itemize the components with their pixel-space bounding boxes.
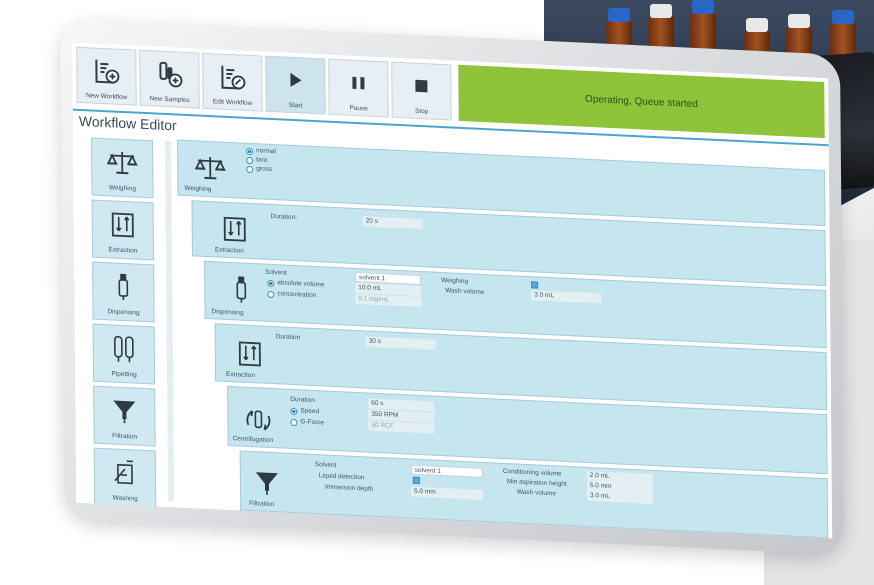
filtration-wash-volume-field[interactable]: 3.0 mL: [586, 490, 653, 504]
step-palette: Weighing Extraction Dispensing Pipetting: [72, 132, 177, 509]
workflow-steps: Weighing normal tara gross Extraction Du…: [177, 139, 829, 539]
immersion-depth-field[interactable]: 5.0 mm: [410, 486, 484, 500]
page-title: Workflow Editor: [78, 112, 177, 134]
weighing-normal-radio[interactable]: [246, 147, 254, 156]
pause-button[interactable]: Pause: [328, 58, 389, 118]
new-samples-button[interactable]: New Samples: [139, 49, 200, 109]
weighing-tara-radio[interactable]: [246, 156, 254, 165]
sidebar-item-pipetting[interactable]: Pipetting: [92, 323, 156, 385]
extraction-icon: [223, 216, 246, 242]
tablet: New Workflow New Samples Edit Workflow S…: [60, 18, 845, 556]
status-text: Operating, Queue started: [584, 93, 698, 110]
concentration-field[interactable]: 0.1 mg/mL: [355, 293, 422, 308]
start-button[interactable]: Start: [265, 55, 326, 115]
extraction-2-duration-field[interactable]: 30 s: [365, 336, 436, 350]
funnel-icon: [255, 472, 278, 495]
scene: New Workflow New Samples Edit Workflow S…: [0, 0, 874, 585]
stop-label: Stop: [414, 107, 429, 116]
new-workflow-button[interactable]: New Workflow: [76, 46, 137, 106]
status-banner: Operating, Queue started: [458, 64, 825, 139]
new-workflow-label: New Workflow: [85, 92, 128, 102]
new-samples-label: New Samples: [149, 95, 190, 105]
sidebar-item-washing[interactable]: Washing: [93, 447, 157, 509]
pause-icon: [352, 76, 365, 90]
new-workflow-icon: [95, 59, 120, 84]
edit-workflow-icon: [221, 65, 246, 90]
g-force-radio[interactable]: [290, 418, 298, 427]
weighing-gross-radio[interactable]: [246, 165, 254, 174]
scale-icon: [194, 157, 226, 180]
absolute-volume-radio[interactable]: [267, 279, 275, 288]
extraction-icon: [238, 341, 261, 367]
stop-icon: [415, 79, 428, 93]
play-icon: [290, 72, 302, 87]
sidebar-item-extraction[interactable]: Extraction: [91, 199, 155, 261]
start-label: Start: [288, 101, 303, 110]
scale-icon: [106, 151, 138, 174]
extraction-duration-field[interactable]: 20 s: [362, 216, 423, 230]
sidebar-item-dispensing[interactable]: Dispensing: [92, 261, 155, 323]
concentration-radio[interactable]: [267, 290, 275, 299]
pause-label: Pause: [349, 104, 368, 113]
dispensing-icon: [236, 276, 247, 303]
funnel-icon: [113, 400, 136, 423]
sidebar-item-weighing[interactable]: Weighing: [91, 137, 154, 199]
g-force-field[interactable]: 50 RCF: [368, 420, 435, 434]
washing-icon: [114, 459, 133, 484]
dispensing-icon: [118, 273, 129, 300]
new-samples-icon: [159, 61, 183, 88]
sidebar-item-filtration[interactable]: Filtration: [93, 385, 156, 447]
stop-button[interactable]: Stop: [391, 61, 452, 121]
dispensing-wash-volume-field[interactable]: 3.0 mL: [531, 290, 602, 304]
centrifuge-icon: [246, 410, 271, 431]
weighing-checkbox[interactable]: [531, 281, 539, 289]
edit-workflow-label: Edit Workflow: [212, 98, 253, 108]
liquid-detection-checkbox[interactable]: [412, 476, 420, 484]
edit-workflow-button[interactable]: Edit Workflow: [202, 52, 263, 112]
speed-radio[interactable]: [290, 407, 298, 416]
extraction-icon: [111, 212, 134, 237]
filtration-solvent-field[interactable]: solvent 1: [410, 464, 483, 478]
pipette-icon: [113, 335, 134, 362]
app-screen: New Workflow New Samples Edit Workflow S…: [72, 42, 833, 539]
